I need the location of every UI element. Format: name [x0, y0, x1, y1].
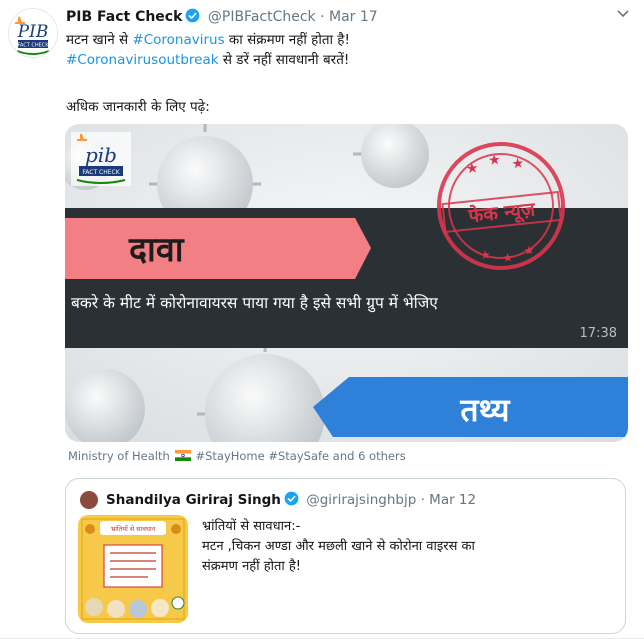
hashtag-coronavirus[interactable]: #Coronavirus — [132, 32, 224, 48]
claim-label: दावा — [128, 230, 185, 270]
tweet-text: मटन खाने से #Coronavirus का संक्रमण नहीं… — [66, 30, 626, 70]
svg-text:★: ★ — [523, 243, 535, 258]
credit-tags[interactable]: #StayHome #StaySafe and 6 others — [195, 449, 405, 463]
claim-banner — [65, 218, 371, 279]
quoted-thumbnail[interactable]: भ्रांतियों से सावधान — [78, 515, 188, 623]
quoted-tweet[interactable]: Shandilya Giriraj Singh @girirajsinghbjp… — [65, 478, 626, 634]
quoted-line: भ्रांतियों से सावधान:- — [202, 519, 301, 534]
tweet-text-part: का संक्रमण नहीं होता है! — [224, 32, 350, 48]
svg-text:★: ★ — [511, 155, 525, 172]
quoted-line: संक्रमण नहीं होता है! — [202, 559, 301, 574]
media-credits[interactable]: Ministry of Health #StayHome #StaySafe a… — [68, 449, 406, 463]
svg-text:★: ★ — [487, 152, 501, 169]
quoted-text: भ्रांतियों से सावधान:- मटन ,चिकन अण्डा औ… — [202, 517, 612, 577]
quoted-line: मटन ,चिकन अण्डा और मछली खाने से कोरोना व… — [202, 539, 475, 554]
fact-label: तथ्य — [459, 391, 511, 429]
quoted-date[interactable]: Mar 12 — [429, 492, 476, 508]
verified-badge-icon — [185, 8, 200, 27]
tweet-text-part: से डरें नहीं सावधानी बरतें! — [218, 52, 350, 68]
credit-org[interactable]: Ministry of Health — [68, 449, 170, 463]
tweet-text-part: मटन खाने से — [66, 32, 133, 48]
avatar-logo-text: PIB — [17, 22, 49, 42]
verified-badge-icon — [284, 491, 299, 510]
quoted-avatar[interactable] — [80, 491, 98, 509]
svg-text:★: ★ — [479, 247, 491, 262]
pib-fact-check-logo: pib FACT CHECK — [71, 132, 131, 186]
svg-text:FACT CHECK: FACT CHECK — [82, 169, 120, 176]
header-separator: · — [320, 9, 325, 25]
tweet-date[interactable]: Mar 17 — [329, 9, 378, 25]
author-name[interactable]: PIB Fact Check — [66, 9, 182, 25]
tweet-header: PIB Fact Check @PIBFactCheck · Mar 17 — [66, 8, 378, 27]
claim-text: बकरे के मीट में कोरोनावायरस पाया गया है … — [71, 294, 438, 313]
svg-text:★: ★ — [502, 250, 514, 265]
media-card[interactable]: दावा बकरे के मीट में कोरोनावायरस पाया गय… — [65, 124, 628, 442]
pib-avatar[interactable]: PIB FACT CHECK — [8, 8, 58, 58]
message-timestamp: 17:38 — [580, 326, 617, 341]
quoted-header: Shandilya Giriraj Singh @girirajsinghbjp… — [106, 491, 476, 510]
more-info-text: अधिक जानकारी के लिए पढ़े: — [66, 99, 210, 115]
svg-text:pib: pib — [85, 143, 117, 167]
chevron-down-icon[interactable] — [616, 6, 630, 24]
india-flag-icon — [175, 450, 192, 461]
author-handle[interactable]: @PIBFactCheck — [208, 9, 316, 25]
thumb-title: भ्रांतियों से सावधान — [111, 525, 156, 533]
quoted-author-name[interactable]: Shandilya Giriraj Singh — [106, 492, 281, 508]
quoted-handle[interactable]: @girirajsinghbjp — [306, 492, 416, 508]
quoted-separator: · — [420, 492, 425, 508]
hashtag-coronavirusoutbreak[interactable]: #Coronavirusoutbreak — [66, 52, 219, 68]
svg-text:★: ★ — [465, 160, 479, 177]
svg-text:FACT CHECK: FACT CHECK — [17, 43, 49, 49]
